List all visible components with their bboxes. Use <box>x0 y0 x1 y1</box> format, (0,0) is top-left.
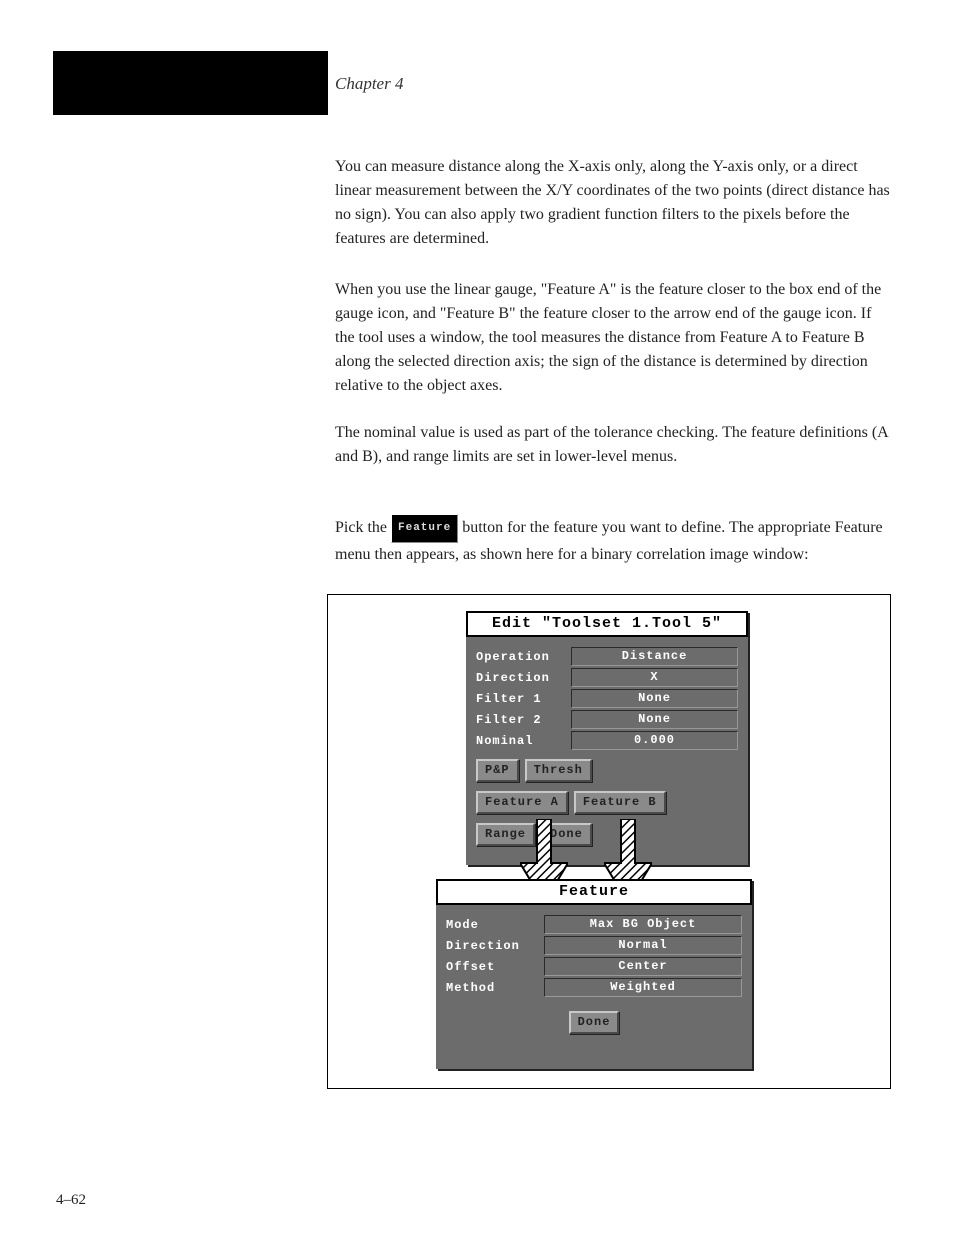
chapter-label: Chapter 4 <box>335 74 403 94</box>
row-filter1: Filter 1 None <box>476 689 738 708</box>
page-header-block <box>53 51 328 115</box>
row-direction: Direction X <box>476 668 738 687</box>
label-operation: Operation <box>476 650 571 664</box>
value-feature-direction[interactable]: Normal <box>544 936 742 955</box>
value-method[interactable]: Weighted <box>544 978 742 997</box>
row-offset: Offset Center <box>446 957 742 976</box>
feature-a-button[interactable]: Feature A <box>476 791 568 814</box>
row-feature-direction: Direction Normal <box>446 936 742 955</box>
value-filter1[interactable]: None <box>571 689 738 708</box>
figure-frame: Edit "Toolset 1.Tool 5" Operation Distan… <box>327 594 891 1089</box>
value-direction[interactable]: X <box>571 668 738 687</box>
value-offset[interactable]: Center <box>544 957 742 976</box>
row-nominal: Nominal 0.000 <box>476 731 738 750</box>
label-method: Method <box>446 981 544 995</box>
label-nominal: Nominal <box>476 734 571 748</box>
label-direction: Direction <box>476 671 571 685</box>
row-operation: Operation Distance <box>476 647 738 666</box>
feature-inline-button: Feature <box>391 514 458 543</box>
row-filter2: Filter 2 None <box>476 710 738 729</box>
value-nominal[interactable]: 0.000 <box>571 731 738 750</box>
label-mode: Mode <box>446 918 544 932</box>
paragraph-4: Pick the Feature button for the feature … <box>335 514 891 567</box>
edit-toolset-title: Edit "Toolset 1.Tool 5" <box>466 611 748 637</box>
feature-panel-title: Feature <box>436 879 752 905</box>
value-operation[interactable]: Distance <box>571 647 738 666</box>
paragraph-1: You can measure distance along the X-axi… <box>335 155 891 251</box>
feature-b-button[interactable]: Feature B <box>574 791 666 814</box>
paragraph-4-prefix: Pick the <box>335 519 391 536</box>
paragraph-3: The nominal value is used as part of the… <box>335 421 891 469</box>
row-method: Method Weighted <box>446 978 742 997</box>
pp-button[interactable]: P&P <box>476 759 519 782</box>
label-filter1: Filter 1 <box>476 692 571 706</box>
thresh-button[interactable]: Thresh <box>525 759 592 782</box>
label-offset: Offset <box>446 960 544 974</box>
value-filter2[interactable]: None <box>571 710 738 729</box>
feature-panel: Feature Mode Max BG Object Direction Nor… <box>436 879 752 1069</box>
label-feature-direction: Direction <box>446 939 544 953</box>
row-mode: Mode Max BG Object <box>446 915 742 934</box>
label-filter2: Filter 2 <box>476 713 571 727</box>
value-mode[interactable]: Max BG Object <box>544 915 742 934</box>
feature-done-button[interactable]: Done <box>569 1011 620 1034</box>
page-number: 4–62 <box>56 1192 86 1209</box>
paragraph-2: When you use the linear gauge, "Feature … <box>335 278 891 398</box>
